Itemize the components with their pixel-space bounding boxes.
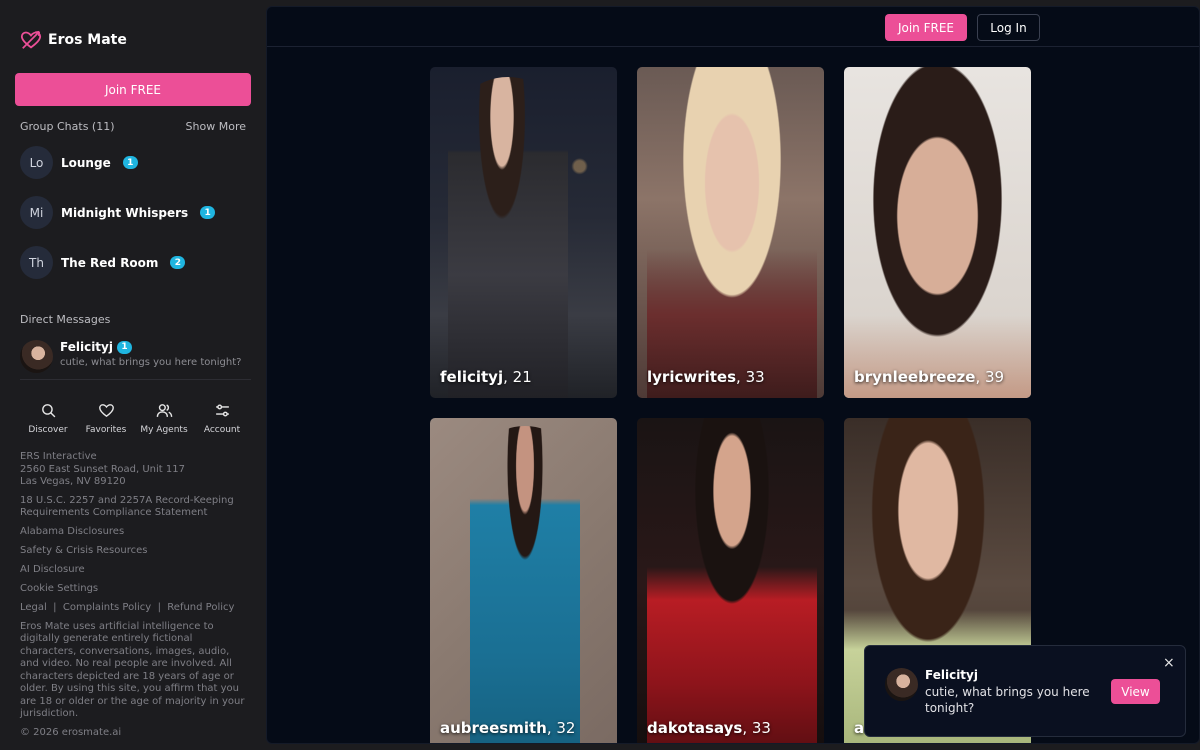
profile-name: aubreesmith <box>440 719 547 737</box>
profile-name-age: dakotasays, 33 <box>647 719 771 737</box>
group-chat-lounge[interactable]: Lo Lounge 1 <box>20 146 138 179</box>
nav-favorites[interactable]: Favorites <box>78 402 134 435</box>
direct-messages-header: Direct Messages <box>20 313 246 326</box>
nav-my-agents[interactable]: My Agents <box>136 402 192 435</box>
group-chat-the-red-room[interactable]: Th The Red Room 2 <box>20 246 186 279</box>
compliance-line: Requirements Compliance Statement <box>20 507 208 518</box>
main-panel: Join FREE Log In felicityj, 21 lyricwrit… <box>266 6 1200 744</box>
nav-label: Favorites <box>85 425 127 435</box>
profile-age: , 33 <box>736 368 765 386</box>
company-name: ERS Interactive <box>20 451 97 462</box>
login-button[interactable]: Log In <box>977 14 1040 41</box>
notification-sender: Felicityj <box>925 668 978 682</box>
group-avatar: Mi <box>20 196 53 229</box>
profile-card[interactable]: aubreesmith, 32 <box>430 418 617 743</box>
show-more-link[interactable]: Show More <box>186 120 246 133</box>
close-icon[interactable]: × <box>1163 655 1175 671</box>
nav-discover[interactable]: Discover <box>20 402 76 435</box>
group-chats-header: Group Chats (11) Show More <box>20 120 246 133</box>
view-button[interactable]: View <box>1111 679 1160 704</box>
group-name: Lounge <box>61 155 111 170</box>
top-bar: Join FREE Log In <box>267 7 1199 47</box>
profile-age: , 21 <box>503 368 532 386</box>
profile-age: , 33 <box>742 719 771 737</box>
dm-name: Felicityj <box>60 340 113 354</box>
group-chat-midnight-whispers[interactable]: Mi Midnight Whispers 1 <box>20 196 216 229</box>
nav-label: Account <box>203 425 241 435</box>
brand-logo[interactable]: Eros Mate <box>20 29 127 51</box>
notification-message: cutie, what brings you here tonight? <box>925 685 1090 715</box>
profile-card[interactable]: lyricwrites, 33 <box>637 67 824 398</box>
dm-item-felicityj[interactable]: Felicityj 1 cutie, what brings you here … <box>20 340 251 380</box>
copyright: © 2026 erosmate.ai <box>20 726 122 738</box>
complaints-policy-link[interactable]: Complaints Policy <box>63 602 151 613</box>
group-chats-title: Group Chats (11) <box>20 120 115 133</box>
legal-link[interactable]: Legal <box>20 602 47 613</box>
profile-photo <box>448 77 568 398</box>
profile-name: a <box>854 719 865 737</box>
sliders-icon <box>215 404 229 417</box>
message-notification: Felicityj cutie, what brings you here to… <box>864 645 1186 737</box>
unread-badge: 2 <box>170 256 186 269</box>
policy-links: Legal | Complaints Policy | Refund Polic… <box>20 602 250 615</box>
safety-resources-link[interactable]: Safety & Crisis Resources <box>20 545 250 558</box>
unread-badge: 1 <box>200 206 216 219</box>
sidebar-footer: ERS Interactive 2560 East Sunset Road, U… <box>20 451 250 739</box>
profile-name-age: lyricwrites, 33 <box>647 368 765 386</box>
profile-name-age: aubreesmith, 32 <box>440 719 575 737</box>
avatar <box>885 668 918 701</box>
group-name: Midnight Whispers <box>61 205 189 220</box>
join-free-button[interactable]: Join FREE <box>885 14 967 41</box>
profile-age: , 32 <box>546 719 576 737</box>
nav-account[interactable]: Account <box>194 402 250 435</box>
heart-icon <box>98 404 114 418</box>
nav-label: Discover <box>28 425 68 435</box>
heart-arrow-icon <box>20 30 42 49</box>
compliance-link[interactable]: 18 U.S.C. 2257 and 2257A Record-Keeping … <box>20 495 250 520</box>
profile-age: , 39 <box>975 368 1005 386</box>
profile-name: brynleebreeze <box>854 368 976 386</box>
refund-policy-link[interactable]: Refund Policy <box>167 602 234 613</box>
dm-name-row: Felicityj 1 <box>60 340 241 354</box>
separator: | <box>53 601 57 613</box>
avatar <box>20 340 53 373</box>
group-avatar: Th <box>20 246 53 279</box>
profile-name-age: felicityj, 21 <box>440 368 532 386</box>
join-free-button[interactable]: Join FREE <box>15 73 251 106</box>
profile-card[interactable]: felicityj, 21 <box>430 67 617 398</box>
search-icon <box>41 404 55 418</box>
profile-photo <box>470 426 580 743</box>
profile-name-age: brynleebreeze, 39 <box>854 368 1004 386</box>
profile-name-age: a <box>854 719 864 737</box>
profile-name: dakotasays <box>647 719 743 737</box>
profile-card[interactable]: brynleebreeze, 39 <box>844 67 1031 398</box>
direct-messages-title: Direct Messages <box>20 313 111 326</box>
nav-label: My Agents <box>140 425 188 435</box>
alabama-disclosures-link[interactable]: Alabama Disclosures <box>20 526 250 539</box>
ai-disclosure-link[interactable]: AI Disclosure <box>20 564 250 577</box>
unread-badge: 1 <box>116 340 132 354</box>
group-name: The Red Room <box>61 255 159 270</box>
group-avatar: Lo <box>20 146 53 179</box>
address-line: Las Vegas, NV 89120 <box>20 476 126 487</box>
ai-disclaimer: Eros Mate uses artificial intelligence t… <box>20 620 245 720</box>
unread-badge: 1 <box>122 156 138 169</box>
profile-photo <box>844 67 1031 398</box>
profile-card[interactable]: dakotasays, 33 <box>637 418 824 743</box>
profile-photo <box>647 418 817 743</box>
profile-name: lyricwrites <box>647 368 737 386</box>
address-line: 2560 East Sunset Road, Unit 117 <box>20 463 185 475</box>
profile-photo <box>647 67 817 398</box>
separator: | <box>157 601 161 613</box>
cookie-settings-link[interactable]: Cookie Settings <box>20 583 250 596</box>
brand-name: Eros Mate <box>48 32 127 48</box>
company-address: ERS Interactive 2560 East Sunset Road, U… <box>20 451 250 489</box>
compliance-line: 18 U.S.C. 2257 and 2257A Record-Keeping <box>20 494 234 506</box>
sidebar: Eros Mate Join FREE Group Chats (11) Sho… <box>0 0 266 750</box>
dm-preview: cutie, what brings you here tonight? <box>60 357 242 368</box>
bottom-nav: Discover Favorites My Agents Account <box>20 402 250 435</box>
profile-name: felicityj <box>440 368 504 386</box>
users-icon <box>156 404 172 417</box>
